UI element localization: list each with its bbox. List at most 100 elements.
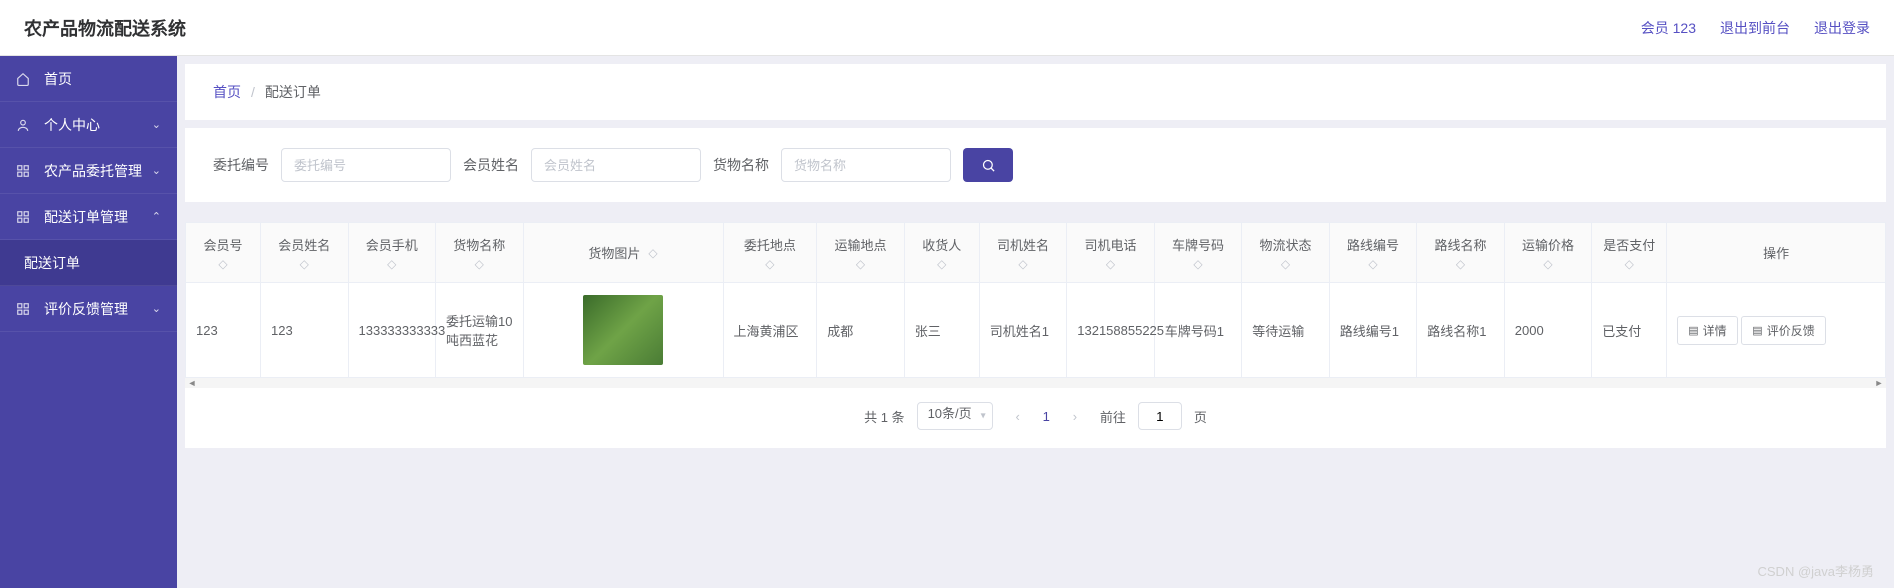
user-icon	[16, 118, 36, 132]
breadcrumb-current: 配送订单	[265, 82, 321, 102]
sidebar-item-order[interactable]: 配送订单	[0, 240, 177, 286]
col-driver-phone[interactable]: 司机电话◇	[1067, 223, 1155, 283]
sort-icon: ◇	[387, 258, 396, 270]
page-jump-input[interactable]	[1138, 402, 1182, 430]
cell-route-name: 路线名称1	[1417, 283, 1505, 378]
member-link[interactable]: 会员 123	[1641, 18, 1696, 38]
sort-icon: ◇	[648, 247, 657, 259]
pagination: 共 1 条 10条/页 ‹ 1 › 前往 页	[185, 388, 1886, 448]
col-member-phone[interactable]: 会员手机◇	[348, 223, 436, 283]
pagination-total: 共 1 条	[864, 407, 904, 426]
sort-icon: ◇	[765, 258, 774, 270]
col-paid[interactable]: 是否支付◇	[1592, 223, 1667, 283]
search-button[interactable]	[963, 148, 1013, 182]
detail-button[interactable]: ▤详情	[1677, 316, 1737, 345]
search-icon	[981, 158, 996, 173]
sidebar-item-order-mgmt[interactable]: 配送订单管理 ⌃	[0, 194, 177, 240]
to-front-link[interactable]: 退出到前台	[1720, 18, 1790, 38]
table-row: 123 123 133333333333 委托运输10吨西蓝花 上海黄浦区 成都…	[186, 283, 1886, 378]
sort-icon: ◇	[1456, 258, 1465, 270]
col-route-name[interactable]: 路线名称◇	[1417, 223, 1505, 283]
goods-image[interactable]	[583, 295, 663, 365]
col-goods-image[interactable]: 货物图片◇	[523, 223, 723, 283]
col-member-no[interactable]: 会员号◇	[186, 223, 261, 283]
cell-member-no: 123	[186, 283, 261, 378]
next-page-button[interactable]: ›	[1062, 403, 1088, 429]
sort-icon: ◇	[1281, 258, 1290, 270]
sidebar-item-profile[interactable]: 个人中心 ⌄	[0, 102, 177, 148]
sidebar: 首页 个人中心 ⌄ 农产品委托管理 ⌄ 配送订单管理 ⌃ 配送订单	[0, 56, 177, 588]
search-label-2: 会员姓名	[463, 155, 519, 175]
page-nav: ‹ 1 ›	[1005, 403, 1088, 429]
detail-icon: ▤	[1688, 324, 1698, 337]
sort-icon: ◇	[937, 258, 946, 270]
chevron-down-icon: ⌄	[152, 302, 161, 315]
breadcrumb-home[interactable]: 首页	[213, 82, 241, 102]
col-actions: 操作	[1667, 223, 1886, 283]
sort-icon: ◇	[1368, 258, 1377, 270]
data-table: 会员号◇ 会员姓名◇ 会员手机◇ 货物名称◇ 货物图片◇ 委托地点◇ 运输地点◇…	[185, 222, 1886, 378]
breadcrumb-sep: /	[251, 84, 255, 100]
app-title: 农产品物流配送系统	[24, 15, 186, 41]
cell-goods-name: 委托运输10吨西蓝花	[436, 283, 524, 378]
sidebar-item-label: 配送订单管理	[44, 207, 128, 227]
sidebar-item-label: 农产品委托管理	[44, 161, 142, 181]
chevron-down-icon: ⌄	[152, 118, 161, 131]
grid-icon	[16, 210, 36, 224]
col-driver-name[interactable]: 司机姓名◇	[979, 223, 1067, 283]
logout-link[interactable]: 退出登录	[1814, 18, 1870, 38]
goto-label-before: 前往	[1100, 407, 1126, 426]
chevron-down-icon: ⌄	[152, 164, 161, 177]
cell-transport-place: 成都	[817, 283, 905, 378]
sidebar-item-label: 个人中心	[44, 115, 100, 135]
cell-paid: 已支付	[1592, 283, 1667, 378]
prev-page-button[interactable]: ‹	[1005, 403, 1031, 429]
sidebar-item-entrust[interactable]: 农产品委托管理 ⌄	[0, 148, 177, 194]
col-entrust-place[interactable]: 委托地点◇	[723, 223, 817, 283]
sidebar-item-feedback[interactable]: 评价反馈管理 ⌄	[0, 286, 177, 332]
sort-icon: ◇	[1625, 258, 1634, 270]
search-input-entrust-no[interactable]	[281, 148, 451, 182]
cell-entrust-place: 上海黄浦区	[723, 283, 817, 378]
grid-icon	[16, 164, 36, 178]
sort-icon: ◇	[218, 258, 227, 270]
cell-route-no: 路线编号1	[1329, 283, 1417, 378]
sort-icon: ◇	[1193, 258, 1202, 270]
search-label-1: 委托编号	[213, 155, 269, 175]
header-bar: 农产品物流配送系统 会员 123 退出到前台 退出登录	[0, 0, 1894, 56]
col-receiver[interactable]: 收货人◇	[904, 223, 979, 283]
cell-member-phone: 133333333333	[348, 283, 436, 378]
sidebar-item-label: 首页	[44, 69, 72, 89]
col-member-name[interactable]: 会员姓名◇	[261, 223, 349, 283]
sort-icon: ◇	[1543, 258, 1552, 270]
sidebar-item-label: 配送订单	[24, 253, 80, 273]
table-header-row: 会员号◇ 会员姓名◇ 会员手机◇ 货物名称◇ 货物图片◇ 委托地点◇ 运输地点◇…	[186, 223, 1886, 283]
page-number-current[interactable]: 1	[1037, 409, 1056, 424]
feedback-icon: ▤	[1752, 324, 1762, 337]
sidebar-item-home[interactable]: 首页	[0, 56, 177, 102]
cell-status: 等待运输	[1242, 283, 1330, 378]
cell-actions: ▤详情 ▤评价反馈	[1667, 283, 1886, 378]
goto-label-after: 页	[1194, 407, 1207, 426]
grid-icon	[16, 302, 36, 316]
horizontal-scrollbar[interactable]: ◄ ►	[185, 378, 1886, 388]
cell-driver-name: 司机姓名1	[979, 283, 1067, 378]
col-goods-name[interactable]: 货物名称◇	[436, 223, 524, 283]
scroll-right-icon: ►	[1872, 378, 1886, 388]
feedback-button[interactable]: ▤评价反馈	[1741, 316, 1825, 345]
page-size-select[interactable]: 10条/页	[917, 402, 993, 430]
breadcrumb: 首页 / 配送订单	[185, 64, 1886, 120]
col-price[interactable]: 运输价格◇	[1504, 223, 1592, 283]
scroll-left-icon: ◄	[185, 378, 199, 388]
col-transport-place[interactable]: 运输地点◇	[817, 223, 905, 283]
chevron-up-icon: ⌃	[152, 210, 161, 223]
col-plate[interactable]: 车牌号码◇	[1154, 223, 1242, 283]
cell-price: 2000	[1504, 283, 1592, 378]
cell-driver-phone: 132158855225	[1067, 283, 1155, 378]
sort-icon: ◇	[1106, 258, 1115, 270]
cell-plate: 车牌号码1	[1154, 283, 1242, 378]
search-input-member-name[interactable]	[531, 148, 701, 182]
col-status[interactable]: 物流状态◇	[1242, 223, 1330, 283]
col-route-no[interactable]: 路线编号◇	[1329, 223, 1417, 283]
search-input-goods-name[interactable]	[781, 148, 951, 182]
